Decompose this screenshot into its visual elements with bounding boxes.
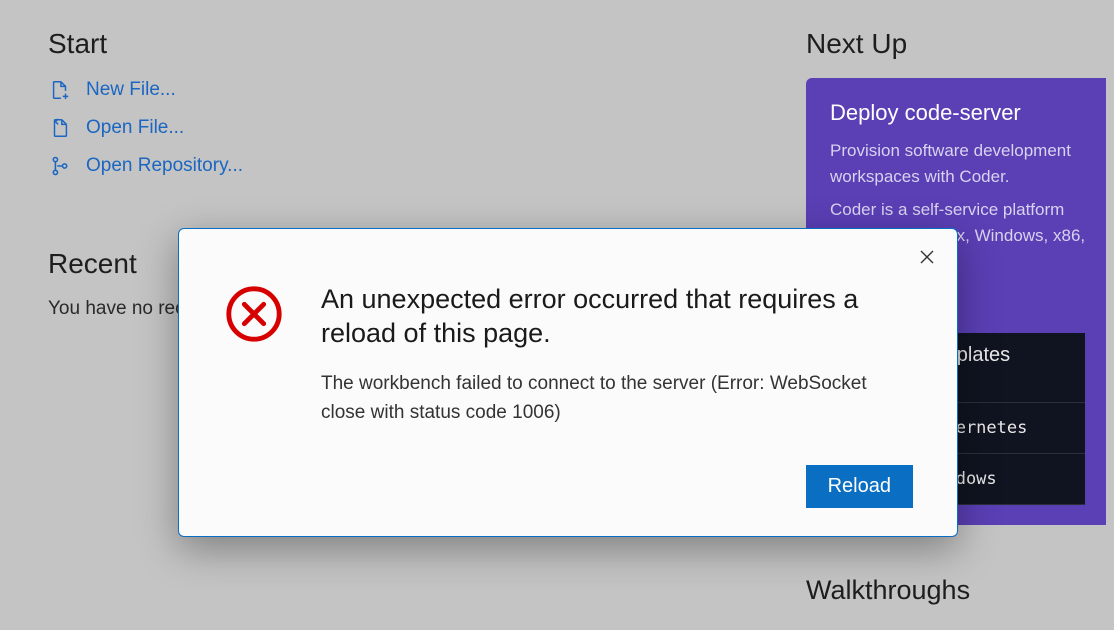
nextup-card-body1: Provision software development workspace… — [830, 138, 1086, 189]
walkthroughs-heading: Walkthroughs — [806, 575, 1066, 606]
nextup-heading: Next Up — [806, 28, 1066, 60]
start-heading: Start — [48, 28, 766, 60]
nextup-card-title: Deploy code-server — [830, 100, 1086, 126]
dialog-title: An unexpected error occurred that requir… — [321, 283, 913, 351]
dialog-actions: Reload — [321, 465, 913, 508]
open-file-link[interactable]: Open File... — [48, 116, 766, 140]
repo-icon — [48, 154, 72, 178]
file-new-icon — [48, 78, 72, 102]
reload-button[interactable]: Reload — [806, 465, 913, 508]
error-dialog: An unexpected error occurred that requir… — [178, 228, 958, 537]
close-button[interactable] — [913, 243, 941, 271]
dialog-body: An unexpected error occurred that requir… — [321, 283, 913, 508]
dialog-message: The workbench failed to connect to the s… — [321, 369, 913, 428]
link-label: Open Repository... — [86, 155, 243, 177]
file-open-icon — [48, 116, 72, 140]
link-label: New File... — [86, 79, 176, 101]
new-file-link[interactable]: New File... — [48, 78, 766, 102]
link-label: Open File... — [86, 117, 184, 139]
start-links: New File... Open File... Open Repository… — [48, 78, 766, 178]
open-repository-link[interactable]: Open Repository... — [48, 154, 766, 178]
error-icon — [223, 283, 285, 345]
